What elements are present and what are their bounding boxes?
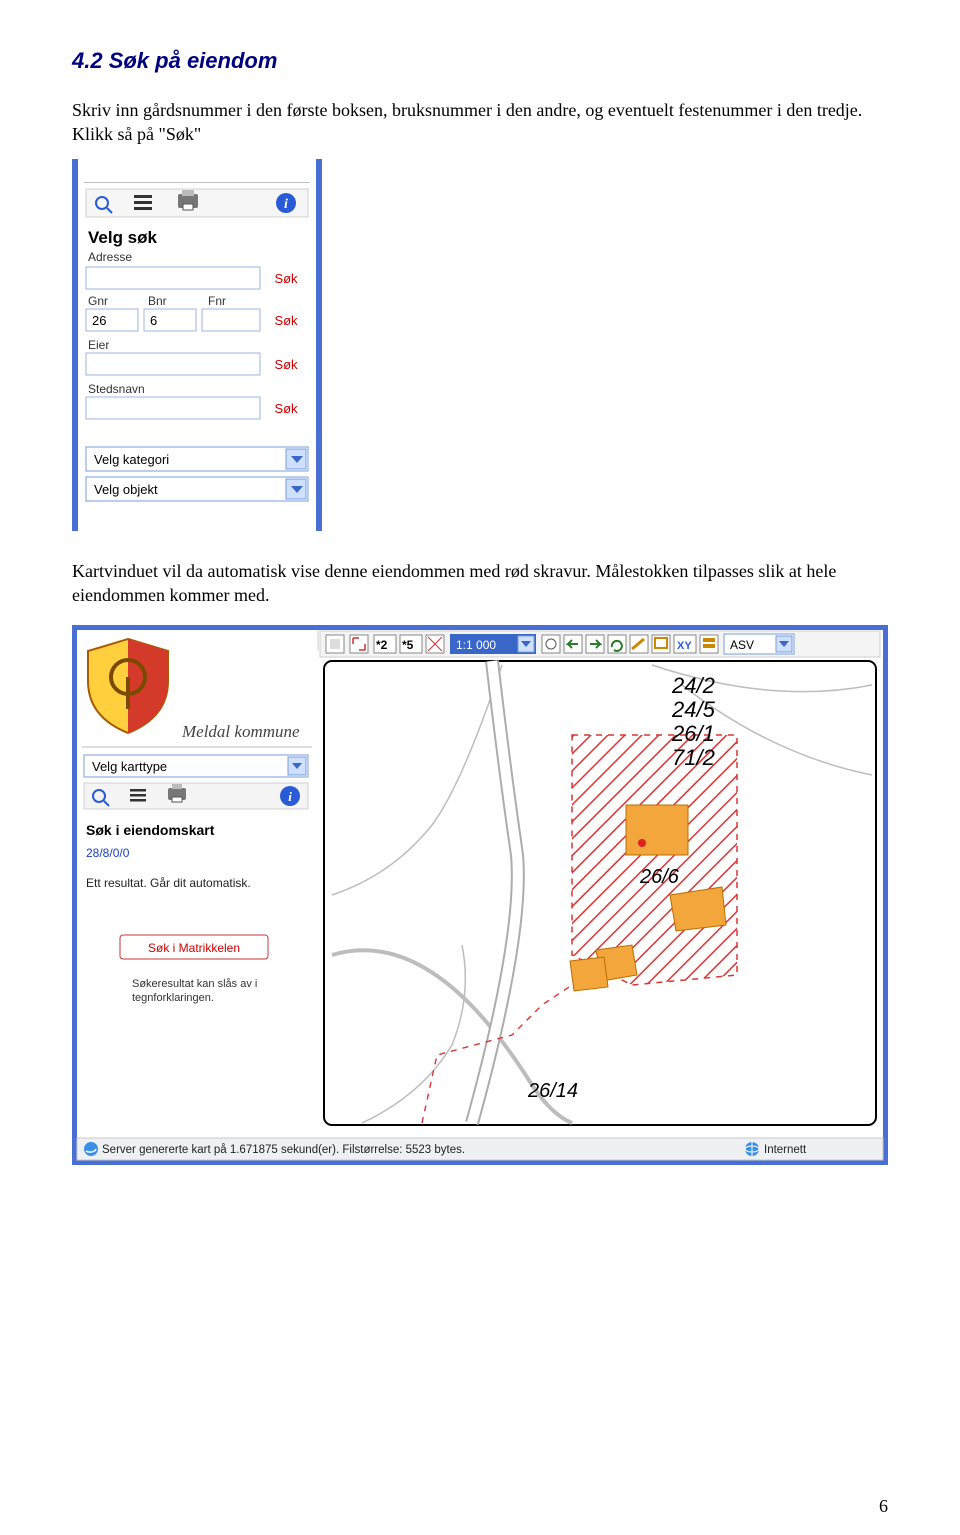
- label-stedsnavn: Stedsnavn: [88, 382, 145, 396]
- zoom-5x-icon[interactable]: *5: [400, 635, 422, 653]
- side-result: Ett resultat. Går dit automatisk.: [86, 876, 251, 890]
- parcel-label: 71/2: [672, 745, 715, 770]
- back-icon[interactable]: [564, 635, 582, 653]
- sok-link-gnr[interactable]: Søk: [274, 313, 298, 328]
- para-1: Skriv inn gårdsnummer i den første bokse…: [72, 98, 888, 147]
- status-right: Internett: [764, 1144, 807, 1156]
- svg-text:i: i: [288, 789, 292, 804]
- input-eier[interactable]: [86, 353, 260, 375]
- status-text: Server genererte kart på 1.671875 sekund…: [102, 1144, 465, 1156]
- forward-icon[interactable]: [586, 635, 604, 653]
- map-window-figure: Meldal kommune Velg karttype i: [72, 625, 888, 1165]
- kommune-name: Meldal kommune: [181, 722, 300, 741]
- svg-text:*2: *2: [376, 638, 388, 652]
- svg-text:i: i: [284, 197, 288, 212]
- input-fnr[interactable]: [202, 309, 260, 331]
- zoom-window-icon[interactable]: [350, 635, 368, 653]
- info-icon[interactable]: i: [280, 786, 300, 806]
- para-2: Kartvinduet vil da automatisk vise denne…: [72, 559, 888, 608]
- sok-link-eier[interactable]: Søk: [274, 357, 298, 372]
- svg-text:ASV: ASV: [730, 638, 754, 652]
- internet-icon: [745, 1142, 759, 1156]
- ie-icon: [84, 1142, 98, 1156]
- input-adresse[interactable]: [86, 267, 260, 289]
- info-icon[interactable]: i: [276, 193, 296, 213]
- list-icon[interactable]: [130, 789, 146, 802]
- coord-select[interactable]: ASV: [724, 634, 794, 654]
- select-objekt[interactable]: Velg objekt: [86, 477, 308, 501]
- matrikkel-button[interactable]: Søk i Matrikkelen: [120, 935, 268, 959]
- svg-text:Velg kategori: Velg kategori: [94, 452, 169, 467]
- svg-text:6: 6: [150, 313, 157, 328]
- svg-text:26: 26: [92, 313, 106, 328]
- recenter-icon[interactable]: [426, 635, 444, 653]
- xy-icon[interactable]: XY: [674, 635, 696, 653]
- map-window-svg: Meldal kommune Velg karttype i: [72, 625, 888, 1165]
- zoom-2x-icon[interactable]: *2: [374, 635, 396, 653]
- measure-area-icon[interactable]: [652, 635, 670, 653]
- zoom-extent-icon[interactable]: [326, 635, 344, 653]
- parcel-26-6: 26/6: [639, 866, 680, 888]
- parcel-label: 24/5: [671, 697, 716, 722]
- parcel-label: 24/2: [671, 673, 715, 698]
- svg-text:Velg objekt: Velg objekt: [94, 482, 158, 497]
- map-canvas[interactable]: 26/14 26/6 24/2 24/5 26/1: [324, 661, 876, 1125]
- input-stedsnavn[interactable]: [86, 397, 260, 419]
- layers-icon[interactable]: [700, 635, 718, 653]
- svg-text:Velg karttype: Velg karttype: [92, 759, 167, 774]
- sok-link-adresse[interactable]: Søk: [274, 271, 298, 286]
- label-adresse: Adresse: [88, 250, 132, 264]
- pan-icon[interactable]: [542, 635, 560, 653]
- refresh-icon[interactable]: [608, 635, 626, 653]
- svg-text:Søk i Matrikkelen: Søk i Matrikkelen: [148, 941, 240, 955]
- label-eier: Eier: [88, 338, 109, 352]
- panel-heading: Velg søk: [88, 228, 158, 247]
- search-panel-figure: i Velg søk Adresse Søk Gnr Bnr Fnr 26 6 …: [72, 159, 888, 531]
- measure-line-icon[interactable]: [630, 635, 648, 653]
- section-title: 4.2 Søk på eiendom: [72, 48, 888, 74]
- side-sub-link[interactable]: 28/8/0/0: [86, 846, 130, 860]
- search-panel-svg: i Velg søk Adresse Søk Gnr Bnr Fnr 26 6 …: [72, 159, 322, 531]
- select-kategori[interactable]: Velg kategori: [86, 447, 308, 471]
- parcel-26-14: 26/14: [527, 1080, 578, 1102]
- svg-text:XY: XY: [677, 640, 692, 652]
- select-karttype[interactable]: Velg karttype: [84, 755, 308, 777]
- parcel-label: 26/1: [671, 721, 715, 746]
- label-gnr: Gnr: [88, 294, 108, 308]
- sok-link-stedsnavn[interactable]: Søk: [274, 401, 298, 416]
- label-bnr: Bnr: [148, 294, 167, 308]
- side-title: Søk i eiendomskart: [86, 822, 215, 838]
- svg-text:1:1 000: 1:1 000: [456, 638, 496, 652]
- list-icon[interactable]: [134, 195, 152, 210]
- map-toolbar: *2 *5 1:1 000 XY: [320, 631, 880, 657]
- scale-select[interactable]: 1:1 000: [450, 634, 536, 654]
- page-number: 6: [879, 1496, 888, 1517]
- label-fnr: Fnr: [208, 294, 226, 308]
- svg-text:*5: *5: [402, 638, 414, 652]
